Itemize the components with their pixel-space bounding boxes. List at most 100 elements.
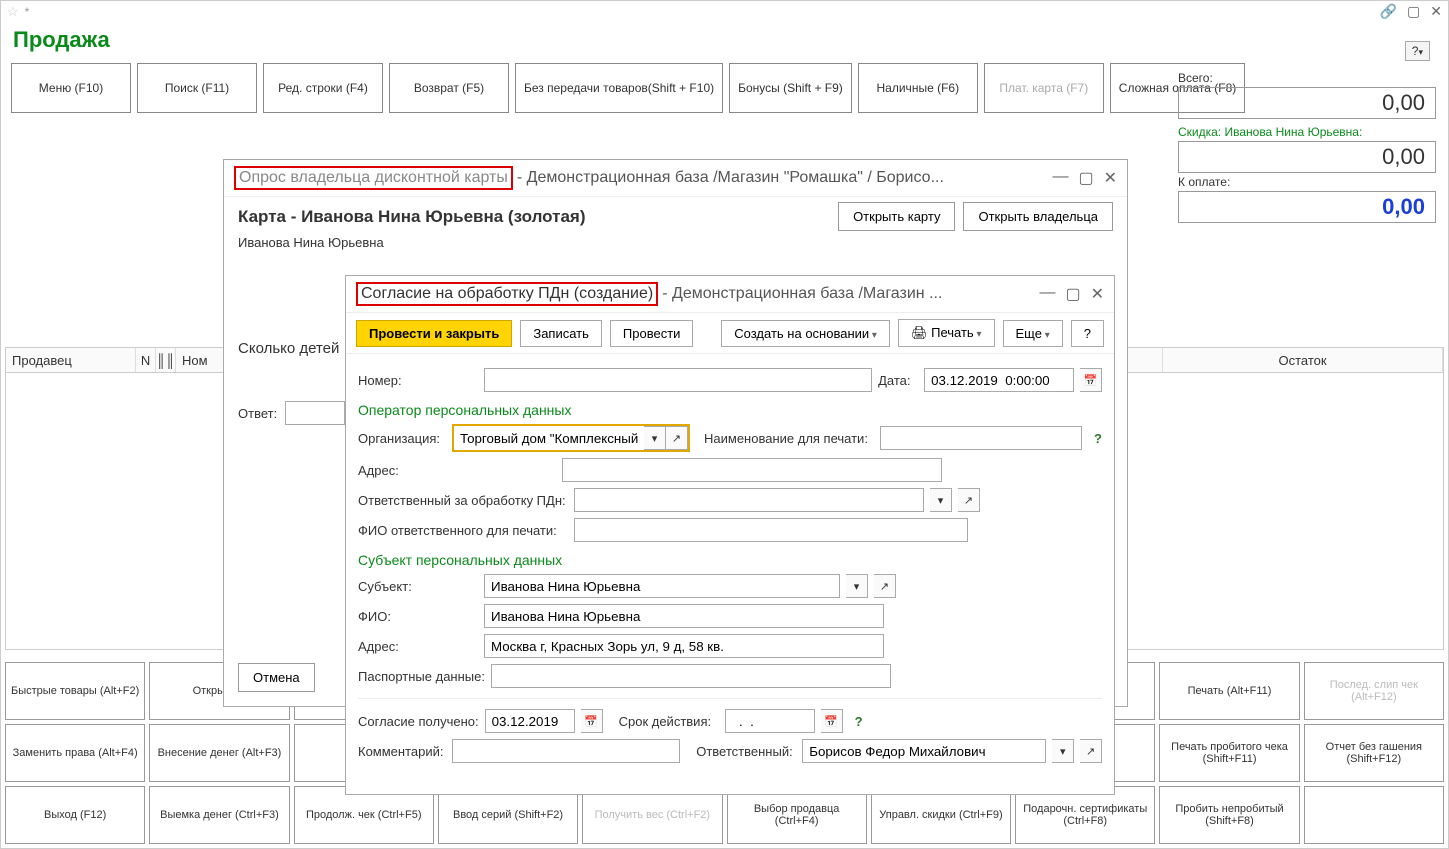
- dlg2-close-icon[interactable]: ✕: [1091, 284, 1104, 304]
- cancel-button[interactable]: Отмена: [238, 663, 315, 692]
- total-value: 0,00: [1178, 87, 1436, 119]
- col-name: Ном: [182, 353, 208, 368]
- print-button[interactable]: Печать: [898, 319, 995, 347]
- dlg2-maximize-icon[interactable]: ▢: [1065, 284, 1080, 304]
- open-owner-button[interactable]: Открыть владельца: [963, 202, 1113, 231]
- resp-dropdown-icon[interactable]: ▾: [1052, 739, 1074, 763]
- print-name-label: Наименование для печати:: [704, 431, 874, 446]
- footer-button-9: Послед. слип чек (Alt+F12): [1304, 662, 1444, 720]
- due-value: 0,00: [1178, 191, 1436, 223]
- footer-button-20[interactable]: Выход (F12): [5, 786, 145, 844]
- dlg2-minimize-icon[interactable]: —: [1039, 284, 1055, 304]
- number-input[interactable]: [484, 368, 872, 392]
- dlg2-title-rest: - Демонстрационная база /Магазин ...: [662, 285, 942, 303]
- titlebar-modified: *: [25, 5, 30, 19]
- footer-button-11[interactable]: Внесение денег (Alt+F3): [149, 724, 289, 782]
- resp-input[interactable]: [802, 739, 1046, 763]
- responsible-input[interactable]: [574, 488, 924, 512]
- date-input[interactable]: [924, 368, 1074, 392]
- menu-button[interactable]: Меню (F10): [11, 63, 131, 113]
- subject-label: Субъект:: [358, 579, 478, 594]
- subj-address-input[interactable]: [484, 634, 884, 658]
- help-button-dlg2[interactable]: ?: [1071, 320, 1104, 347]
- dlg1-title-rest: - Демонстрационная база /Магазин "Ромашк…: [517, 169, 944, 187]
- col-num-icon[interactable]: N: [136, 348, 156, 372]
- validity-calendar-icon[interactable]: 📅: [821, 709, 843, 733]
- save-button[interactable]: Записать: [520, 320, 602, 347]
- footer-button-21[interactable]: Выемка денег (Ctrl+F3): [149, 786, 289, 844]
- footer-button-19[interactable]: Отчет без гашения (Shift+F12): [1304, 724, 1444, 782]
- op-address-label: Адрес:: [358, 463, 478, 478]
- favorite-star-icon[interactable]: ☆: [7, 4, 19, 20]
- post-button[interactable]: Провести: [610, 320, 694, 347]
- fio-input[interactable]: [484, 604, 884, 628]
- section-operator: Оператор персональных данных: [358, 402, 1102, 418]
- search-button[interactable]: Поиск (F11): [137, 63, 257, 113]
- answer-label: Ответ:: [238, 406, 277, 421]
- footer-button-8[interactable]: Печать (Alt+F11): [1159, 662, 1299, 720]
- consent-date-input[interactable]: [485, 709, 575, 733]
- col-barcode-icon[interactable]: ║║: [156, 348, 176, 372]
- cash-button[interactable]: Наличные (F6): [858, 63, 978, 113]
- responsible-fio-label: ФИО ответственного для печати:: [358, 523, 568, 538]
- validity-help-icon[interactable]: ?: [855, 714, 863, 729]
- resp-open-icon[interactable]: ↗: [1080, 739, 1102, 763]
- fio-label: ФИО:: [358, 609, 478, 624]
- discount-value: 0,00: [1178, 141, 1436, 173]
- return-button[interactable]: Возврат (F5): [389, 63, 509, 113]
- col-remainder: Остаток: [1278, 353, 1326, 368]
- subject-dropdown-icon[interactable]: ▾: [846, 574, 868, 598]
- dlg1-minimize-icon[interactable]: —: [1052, 168, 1068, 188]
- passport-label: Паспортные данные:: [358, 669, 485, 684]
- close-icon[interactable]: ✕: [1430, 3, 1442, 20]
- consent-label: Согласие получено:: [358, 714, 479, 729]
- validity-input[interactable]: [725, 709, 815, 733]
- footer-button-0[interactable]: Быстрые товары (Alt+F2): [5, 662, 145, 720]
- footer-button-28[interactable]: Пробить непробитый (Shift+F8): [1159, 786, 1299, 844]
- print-name-input[interactable]: [880, 426, 1082, 450]
- calendar-icon[interactable]: 📅: [1080, 368, 1102, 392]
- page-title: Продажа: [1, 23, 1448, 57]
- responsible-fio-input[interactable]: [574, 518, 968, 542]
- due-label: К оплате:: [1178, 175, 1436, 189]
- consent-calendar-icon[interactable]: 📅: [581, 709, 603, 733]
- dlg1-maximize-icon[interactable]: ▢: [1078, 168, 1093, 188]
- answer-input[interactable]: [285, 401, 345, 425]
- responsible-open-icon[interactable]: ↗: [958, 488, 980, 512]
- org-dropdown-icon[interactable]: ▾: [644, 426, 666, 450]
- discount-label: Скидка: Иванова Нина Юрьевна:: [1178, 125, 1436, 139]
- validity-label: Срок действия:: [619, 714, 719, 729]
- maximize-icon[interactable]: ▢: [1407, 3, 1420, 20]
- responsible-dropdown-icon[interactable]: ▾: [930, 488, 952, 512]
- edit-row-button[interactable]: Ред. строки (F4): [263, 63, 383, 113]
- no-transfer-button[interactable]: Без передачи товаров(Shift + F10): [515, 63, 723, 113]
- bonuses-button[interactable]: Бонусы (Shift + F9): [729, 63, 852, 113]
- date-label: Дата:: [878, 373, 918, 388]
- org-label: Организация:: [358, 431, 446, 446]
- subject-input[interactable]: [484, 574, 840, 598]
- passport-input[interactable]: [491, 664, 891, 688]
- footer-button-18[interactable]: Печать пробитого чека (Shift+F11): [1159, 724, 1299, 782]
- org-input[interactable]: [454, 426, 644, 450]
- open-card-button[interactable]: Открыть карту: [838, 202, 955, 231]
- footer-button-10[interactable]: Заменить права (Alt+F4): [5, 724, 145, 782]
- responsible-label: Ответственный за обработку ПДн:: [358, 493, 568, 508]
- org-open-icon[interactable]: ↗: [666, 426, 688, 450]
- create-based-button[interactable]: Создать на основании: [721, 320, 890, 347]
- help-icon[interactable]: ?: [1094, 431, 1102, 446]
- more-button[interactable]: Еще: [1003, 320, 1063, 347]
- total-label: Всего:: [1178, 71, 1436, 85]
- link-icon[interactable]: 🔗: [1380, 3, 1397, 20]
- section-subject: Субъект персональных данных: [358, 552, 1102, 568]
- number-label: Номер:: [358, 373, 478, 388]
- footer-button-29[interactable]: [1304, 786, 1444, 844]
- post-close-button[interactable]: Провести и закрыть: [356, 320, 512, 347]
- subject-open-icon[interactable]: ↗: [874, 574, 896, 598]
- op-address-input[interactable]: [562, 458, 942, 482]
- help-button[interactable]: ?▾: [1405, 41, 1430, 61]
- col-seller: Продавец: [12, 353, 72, 368]
- comment-label: Комментарий:: [358, 744, 446, 759]
- dlg1-close-icon[interactable]: ✕: [1104, 168, 1117, 188]
- comment-input[interactable]: [452, 739, 680, 763]
- consent-dialog: Согласие на обработку ПДн (создание) - Д…: [345, 275, 1115, 795]
